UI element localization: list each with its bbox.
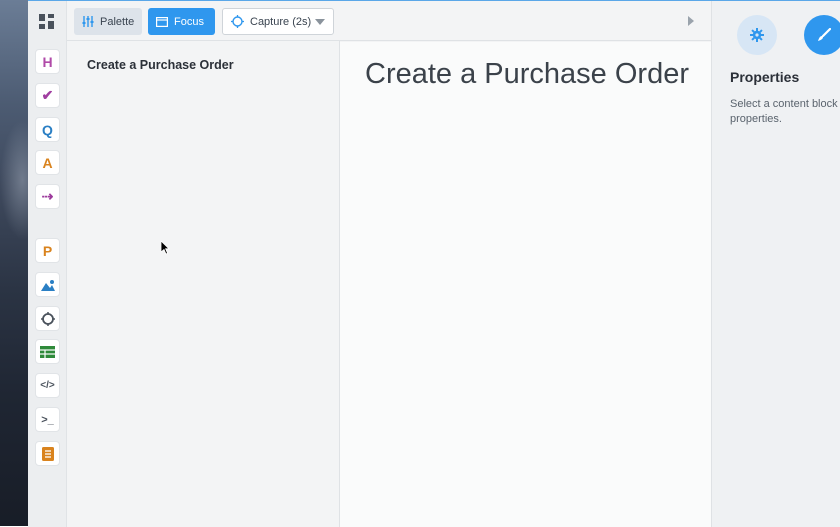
chevron-down-icon	[315, 19, 325, 25]
capture-icon	[231, 15, 244, 28]
code-block-button[interactable]: </>	[35, 373, 60, 398]
document-block-button[interactable]	[35, 441, 60, 466]
terminal-icon: >_	[41, 413, 54, 426]
flow-block-button[interactable]: ⇢	[35, 184, 60, 209]
image-icon	[40, 279, 55, 291]
terminal-block-button[interactable]: >_	[35, 407, 60, 432]
flow-arrow-icon: ⇢	[41, 188, 54, 204]
block-rail: H ✔ Q A ⇢ P </> >_	[28, 1, 67, 527]
heading-icon: H	[42, 53, 53, 70]
heading-block-button[interactable]: H	[35, 49, 60, 74]
circle-icon	[40, 311, 55, 326]
document-icon	[41, 446, 54, 461]
answer-icon: A	[42, 154, 53, 171]
focus-button[interactable]: Focus	[148, 8, 215, 35]
p-icon: P	[42, 242, 53, 259]
table-block-button[interactable]	[35, 339, 60, 364]
checklist-block-button[interactable]: ✔	[35, 83, 60, 108]
capture-label: Capture (2s)	[250, 15, 312, 28]
question-icon: Q	[42, 121, 53, 138]
question-block-button[interactable]: Q	[35, 117, 60, 142]
mouse-cursor-icon	[161, 241, 170, 255]
p-block-button[interactable]: P	[35, 238, 60, 263]
settings-button[interactable]	[737, 15, 777, 55]
outline-title[interactable]: Create a Purchase Order	[87, 58, 234, 72]
document-title[interactable]: Create a Purchase Order	[365, 58, 689, 91]
palette-label: Palette	[100, 15, 135, 28]
brush-icon	[818, 28, 831, 41]
properties-panel: Properties Select a content block proper…	[711, 1, 840, 527]
properties-hint: Select a content block properties.	[730, 98, 838, 125]
outline-panel: Create a Purchase Order	[67, 1, 340, 527]
checkmark-icon: ✔	[41, 87, 54, 103]
window-icon	[156, 16, 168, 27]
answer-block-button[interactable]: A	[35, 150, 60, 175]
dashboard-icon[interactable]	[38, 13, 56, 31]
shape-block-button[interactable]	[35, 306, 60, 331]
table-icon	[40, 345, 55, 358]
app-window: H ✔ Q A ⇢ P </> >_ Create a Purchase Ord…	[28, 0, 840, 527]
collapse-arrow-icon[interactable]	[688, 16, 694, 26]
image-block-button[interactable]	[35, 272, 60, 297]
editor-canvas[interactable]: Create a Purchase Order	[340, 42, 711, 527]
properties-title: Properties	[730, 69, 800, 85]
code-icon: </>	[40, 380, 55, 391]
sliders-icon	[82, 16, 94, 27]
toolbar: Palette Focus Capture (2s)	[67, 1, 711, 41]
desktop-wallpaper	[0, 0, 28, 526]
gear-icon	[750, 28, 764, 42]
palette-button[interactable]: Palette	[74, 8, 142, 35]
style-button[interactable]	[804, 15, 840, 55]
capture-dropdown[interactable]: Capture (2s)	[222, 8, 334, 35]
focus-label: Focus	[174, 15, 204, 28]
